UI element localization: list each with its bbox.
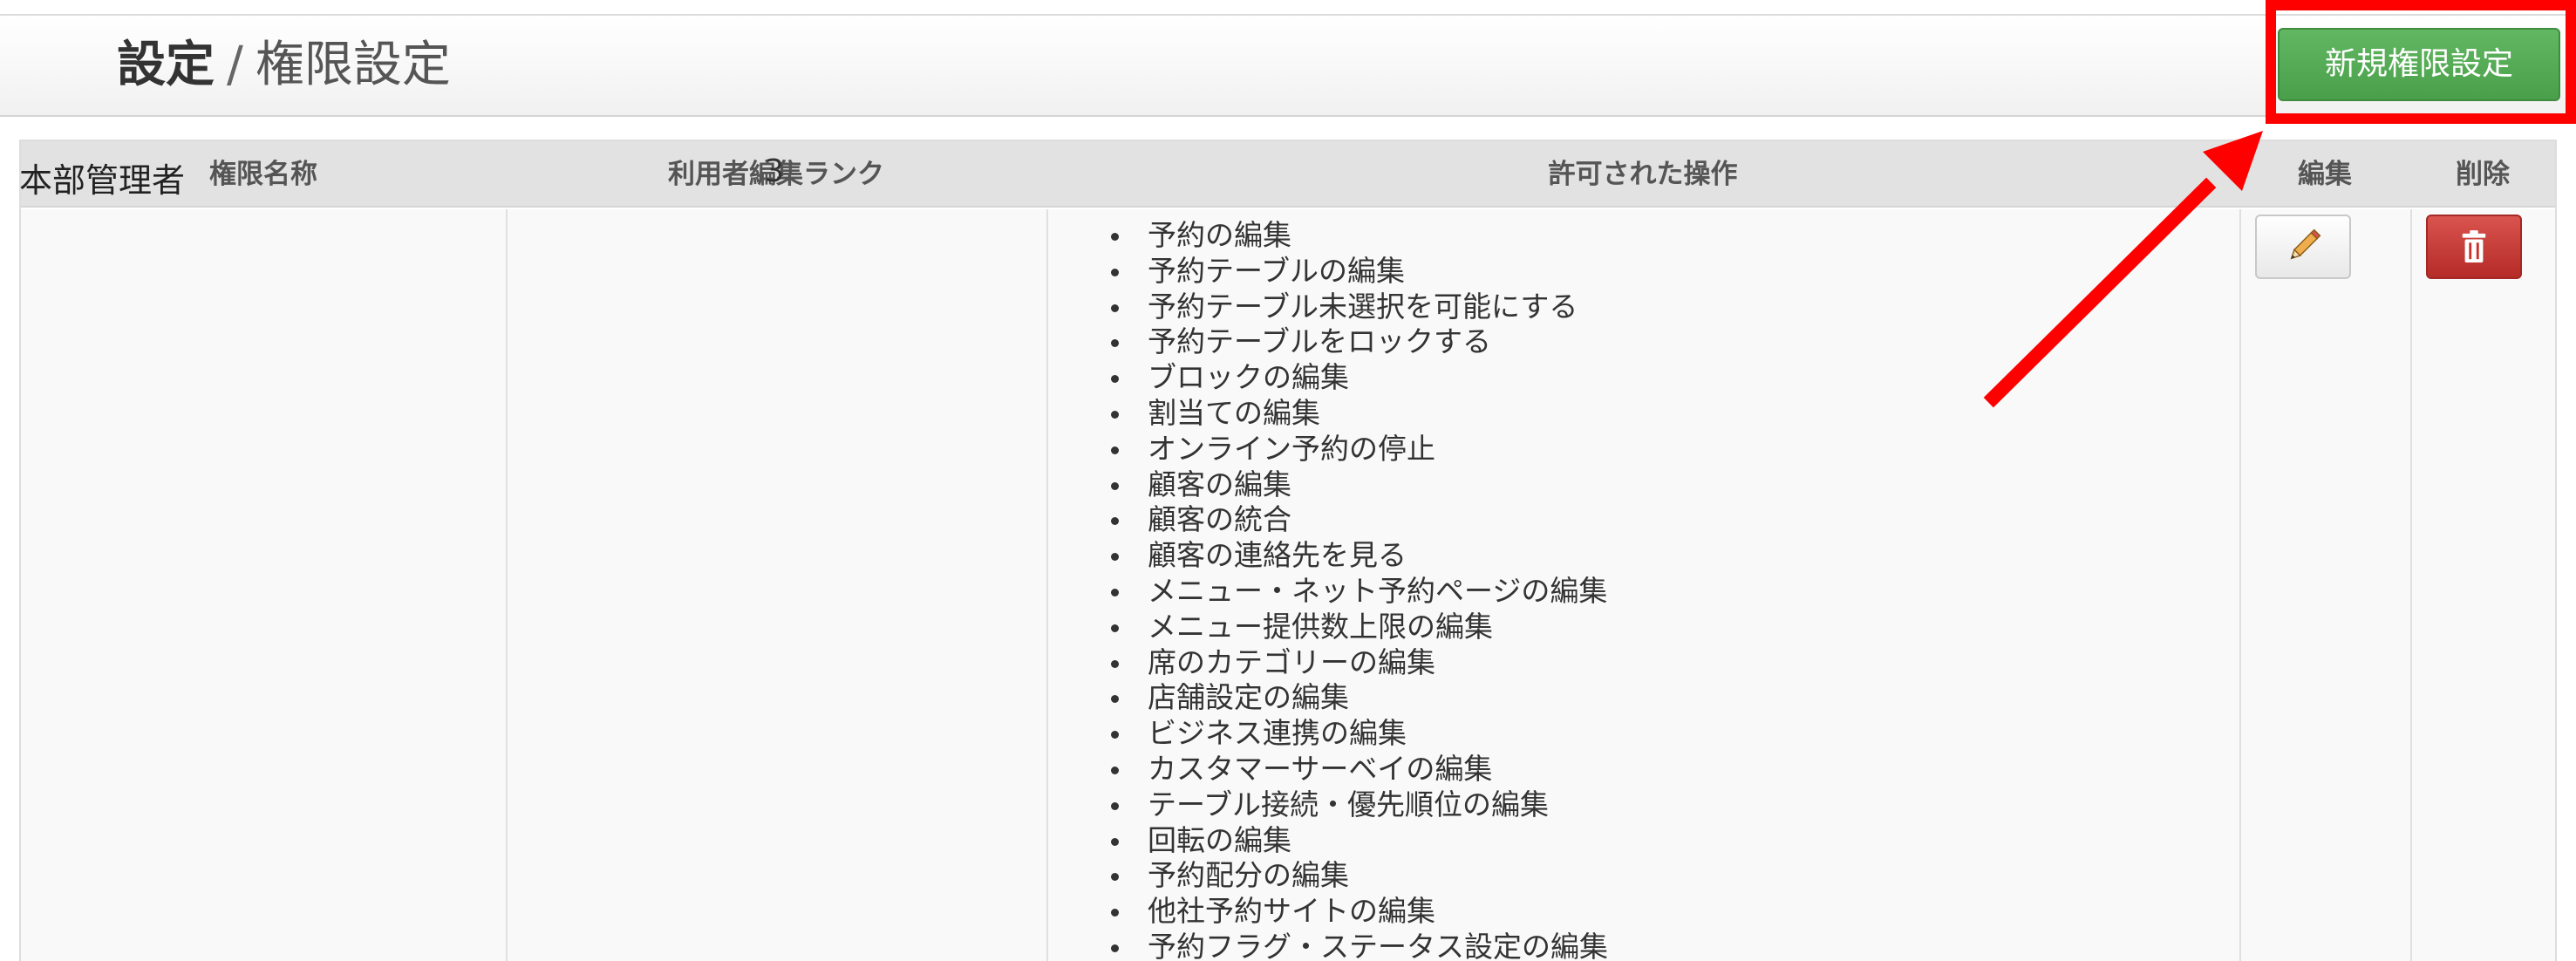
screen: 設定 / 権限設定 新規権限設定 権限名称 利用者編集ランク 許可された操作 編集 … <box>0 0 2576 961</box>
column-divider <box>2410 209 2412 961</box>
list-item: 予約テーブルの編集 <box>1106 254 2152 290</box>
list-item: 顧客の連絡先を見る <box>1106 538 2152 574</box>
column-divider <box>2239 209 2241 961</box>
column-header-delete: 削除 <box>2456 159 2510 190</box>
list-item: オンライン予約の停止 <box>1106 432 2152 467</box>
list-item: 予約配分の編集 <box>1106 858 2152 894</box>
table-header: 権限名称 利用者編集ランク 許可された操作 編集 削除 <box>21 141 2555 208</box>
list-item: 予約テーブルをロックする <box>1106 324 2152 360</box>
list-item: カスタマーサーベイの編集 <box>1106 752 2152 787</box>
list-item: メニュー・ネット予約ページの編集 <box>1106 574 2152 610</box>
breadcrumb-separator: / <box>227 37 243 93</box>
list-item: ビジネス連携の編集 <box>1106 716 2152 752</box>
new-permission-button[interactable]: 新規権限設定 <box>2278 28 2560 101</box>
list-item: メニュー提供数上限の編集 <box>1106 610 2152 645</box>
edit-button[interactable] <box>2255 215 2351 279</box>
column-header-edit: 編集 <box>2298 159 2352 190</box>
list-item: 予約フラグ・ステータス設定の編集 <box>1106 930 2152 961</box>
list-item: 顧客の編集 <box>1106 467 2152 503</box>
delete-button[interactable] <box>2426 215 2522 279</box>
column-divider <box>506 209 508 961</box>
column-divider <box>1046 209 1048 961</box>
list-item: 店舗設定の編集 <box>1106 680 2152 716</box>
list-item: 席のカテゴリーの編集 <box>1106 645 2152 681</box>
list-item: 割当ての編集 <box>1106 396 2152 432</box>
breadcrumb-settings[interactable]: 設定 <box>117 37 215 93</box>
list-item: 回転の編集 <box>1106 823 2152 859</box>
list-item: 予約の編集 <box>1106 218 2152 254</box>
permission-name: 本部管理者 <box>19 161 186 200</box>
column-header-operations: 許可された操作 <box>1548 159 1738 190</box>
page-header: 設定 / 権限設定 <box>0 14 2576 117</box>
list-item: 顧客の統合 <box>1106 502 2152 538</box>
list-item: テーブル接続・優先順位の編集 <box>1106 787 2152 823</box>
list-item: 他社予約サイトの編集 <box>1106 894 2152 930</box>
allowed-operations-list: 予約の編集 予約テーブルの編集 予約テーブル未選択を可能にする 予約テーブルをロ… <box>1106 218 2152 961</box>
trash-icon <box>2462 230 2486 262</box>
pencil-icon <box>2290 228 2321 260</box>
page-title: 設定 / 権限設定 <box>117 35 451 96</box>
breadcrumb-permission-settings: 権限設定 <box>255 37 451 93</box>
list-item: 予約テーブル未選択を可能にする <box>1106 290 2152 325</box>
user-edit-rank: 3 <box>764 153 785 189</box>
list-item: ブロックの編集 <box>1106 360 2152 396</box>
